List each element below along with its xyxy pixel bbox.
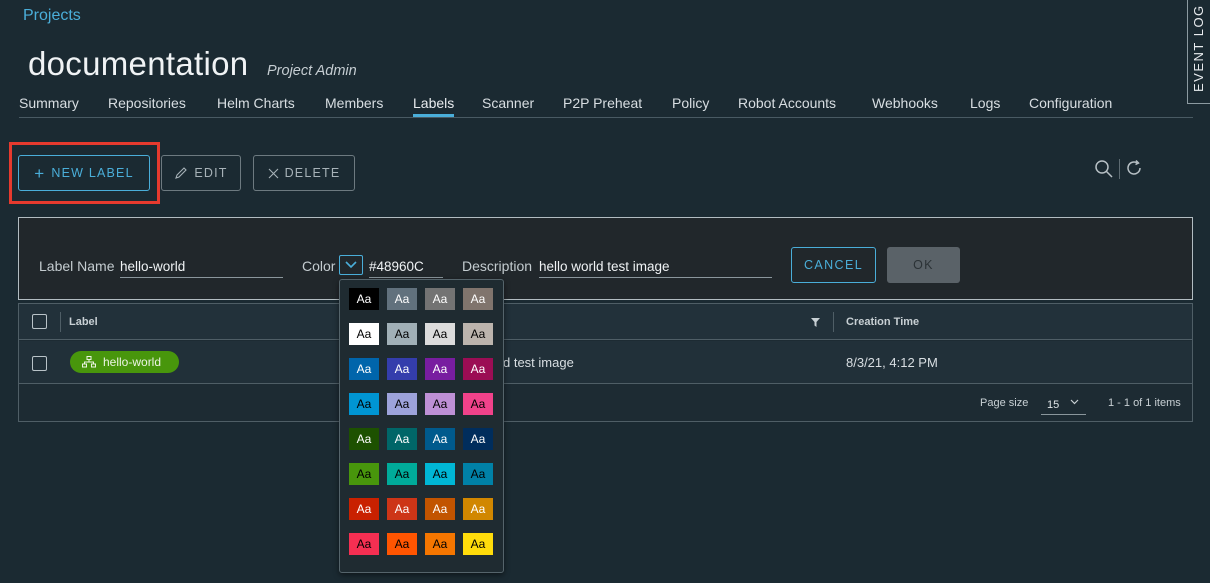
color-swatch[interactable]: Aa bbox=[387, 323, 417, 345]
column-divider bbox=[60, 312, 61, 332]
tab-helm-charts[interactable]: Helm Charts bbox=[217, 95, 295, 111]
color-swatch[interactable]: Aa bbox=[387, 463, 417, 485]
color-swatch[interactable]: Aa bbox=[349, 463, 379, 485]
event-log-label: EVENT LOG bbox=[1191, 4, 1206, 92]
new-label-button[interactable]: + NEW LABEL bbox=[18, 155, 150, 191]
chevron-down-icon bbox=[1070, 399, 1079, 405]
tab-members[interactable]: Members bbox=[325, 95, 383, 111]
pagination-range: 1 - 1 of 1 items bbox=[1108, 397, 1181, 409]
ok-button[interactable]: OK bbox=[887, 247, 960, 283]
tab-summary[interactable]: Summary bbox=[19, 95, 79, 111]
description-input[interactable]: hello world test image bbox=[539, 256, 772, 278]
filter-icon[interactable] bbox=[811, 318, 820, 327]
tab-webhooks[interactable]: Webhooks bbox=[872, 95, 938, 111]
edit-button-label: EDIT bbox=[194, 166, 228, 180]
labels-table: Label Creation Time hello-world d test i… bbox=[18, 303, 1193, 422]
description-cell: d test image bbox=[503, 355, 574, 370]
color-swatch[interactable]: Aa bbox=[349, 323, 379, 345]
color-swatch[interactable]: Aa bbox=[463, 288, 493, 310]
hierarchy-icon bbox=[82, 356, 96, 368]
color-swatch[interactable]: Aa bbox=[463, 463, 493, 485]
color-swatch[interactable]: Aa bbox=[463, 323, 493, 345]
new-label-button-label: NEW LABEL bbox=[51, 166, 134, 180]
tab-robot-accounts[interactable]: Robot Accounts bbox=[738, 95, 836, 111]
color-swatch[interactable]: Aa bbox=[425, 498, 455, 520]
event-log-toggle[interactable]: EVENT LOG bbox=[1187, 0, 1210, 104]
color-swatch[interactable]: Aa bbox=[463, 498, 493, 520]
description-label: Description bbox=[462, 258, 533, 274]
label-form: Label Name hello-world Color #48960C Des… bbox=[18, 217, 1193, 300]
project-role: Project Admin bbox=[267, 63, 357, 79]
color-picker-dropdown: Aa Aa Aa Aa Aa Aa Aa Aa Aa Aa Aa Aa Aa Aa Aa Aa Aa Aa Aa Aa… bbox=[339, 279, 504, 573]
chevron-down-icon bbox=[345, 261, 357, 269]
color-label: Color bbox=[302, 258, 336, 274]
edit-button[interactable]: EDIT bbox=[161, 155, 241, 191]
color-swatch[interactable]: Aa bbox=[387, 533, 417, 555]
project-tabs: Summary Repositories Helm Charts Members… bbox=[19, 93, 1193, 118]
table-header: Label Creation Time bbox=[19, 304, 1192, 340]
color-swatch[interactable]: Aa bbox=[425, 323, 455, 345]
select-all-checkbox[interactable] bbox=[32, 314, 47, 329]
color-swatch[interactable]: Aa bbox=[425, 393, 455, 415]
tab-repositories[interactable]: Repositories bbox=[108, 95, 186, 111]
color-swatch[interactable]: Aa bbox=[463, 393, 493, 415]
color-swatch[interactable]: Aa bbox=[349, 358, 379, 380]
color-swatch[interactable]: Aa bbox=[349, 498, 379, 520]
close-icon bbox=[268, 168, 278, 178]
color-swatch[interactable]: Aa bbox=[349, 393, 379, 415]
tab-scanner[interactable]: Scanner bbox=[482, 95, 534, 111]
plus-icon: + bbox=[34, 163, 46, 183]
delete-button[interactable]: DELETE bbox=[253, 155, 355, 191]
page-size-value: 15 bbox=[1047, 399, 1060, 411]
color-swatch[interactable]: Aa bbox=[463, 358, 493, 380]
page-title: documentation bbox=[28, 45, 249, 82]
color-swatch[interactable]: Aa bbox=[425, 358, 455, 380]
toolbar-divider bbox=[1119, 159, 1120, 179]
color-swatch[interactable]: Aa bbox=[425, 463, 455, 485]
tab-logs[interactable]: Logs bbox=[970, 95, 1000, 111]
color-swatch[interactable]: Aa bbox=[425, 428, 455, 450]
table-row: hello-world d test image 8/3/21, 4:12 PM bbox=[19, 341, 1192, 384]
color-swatch[interactable]: Aa bbox=[387, 428, 417, 450]
tab-labels[interactable]: Labels bbox=[413, 95, 455, 117]
color-picker-toggle[interactable] bbox=[339, 255, 363, 275]
label-name-input[interactable]: hello-world bbox=[120, 256, 283, 278]
label-name-label: Label Name bbox=[39, 258, 115, 274]
label-badge-text: hello-world bbox=[103, 355, 162, 369]
table-footer: Page size 15 1 - 1 of 1 items bbox=[19, 384, 1192, 422]
column-header-label[interactable]: Label bbox=[69, 316, 98, 328]
pencil-icon bbox=[175, 167, 188, 179]
refresh-icon[interactable] bbox=[1125, 159, 1143, 177]
color-swatch[interactable]: Aa bbox=[387, 288, 417, 310]
creation-time-cell: 8/3/21, 4:12 PM bbox=[846, 355, 938, 370]
search-icon[interactable] bbox=[1094, 159, 1114, 179]
color-swatch[interactable]: Aa bbox=[387, 358, 417, 380]
color-swatch[interactable]: Aa bbox=[425, 288, 455, 310]
tab-configuration[interactable]: Configuration bbox=[1029, 95, 1112, 111]
color-swatch[interactable]: Aa bbox=[349, 428, 379, 450]
page-size-label: Page size bbox=[980, 397, 1029, 409]
label-badge: hello-world bbox=[70, 351, 179, 373]
page-size-select[interactable]: 15 bbox=[1041, 392, 1086, 415]
color-hex-input[interactable]: #48960C bbox=[369, 256, 443, 278]
color-swatch[interactable]: Aa bbox=[463, 428, 493, 450]
delete-button-label: DELETE bbox=[284, 166, 341, 180]
color-swatch[interactable]: Aa bbox=[387, 393, 417, 415]
tab-p2p-preheat[interactable]: P2P Preheat bbox=[563, 95, 642, 111]
color-swatch[interactable]: Aa bbox=[349, 533, 379, 555]
column-header-creation-time[interactable]: Creation Time bbox=[846, 316, 919, 328]
row-checkbox[interactable] bbox=[32, 356, 47, 371]
column-divider bbox=[833, 312, 834, 332]
color-swatch[interactable]: Aa bbox=[387, 498, 417, 520]
cancel-button[interactable]: CANCEL bbox=[791, 247, 876, 283]
color-swatch[interactable]: Aa bbox=[349, 288, 379, 310]
breadcrumb-projects[interactable]: Projects bbox=[23, 7, 81, 25]
color-swatch[interactable]: Aa bbox=[463, 533, 493, 555]
tab-policy[interactable]: Policy bbox=[672, 95, 709, 111]
color-swatch[interactable]: Aa bbox=[425, 533, 455, 555]
